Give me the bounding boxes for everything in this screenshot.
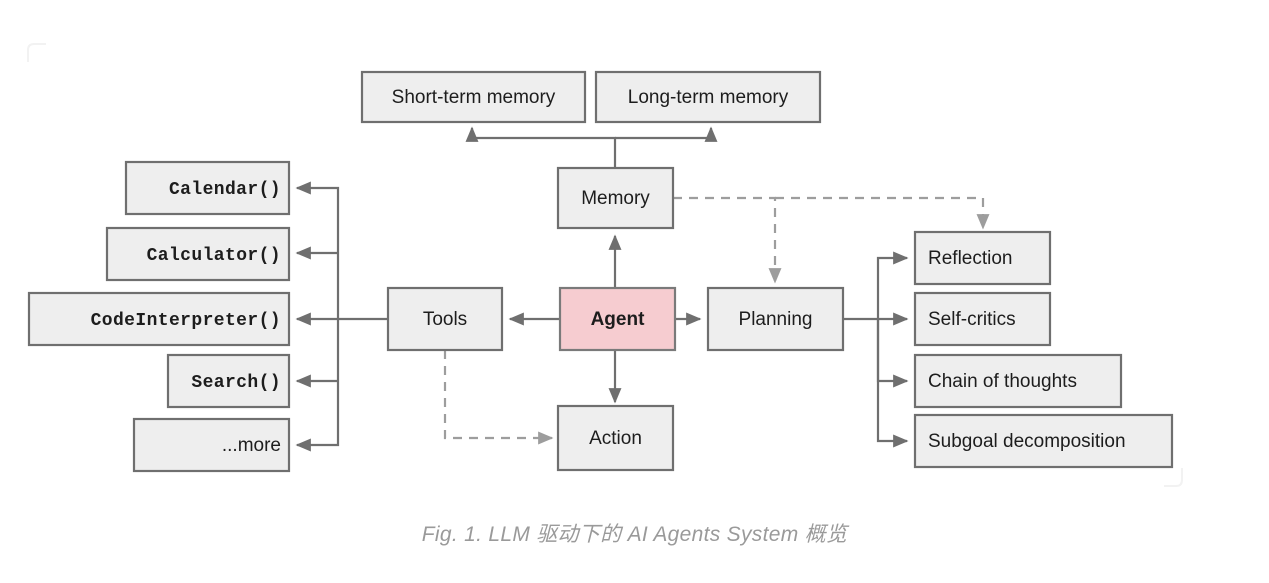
node-calendar[interactable]: Calendar(): [124, 160, 291, 216]
node-label: Search(): [191, 373, 281, 393]
figure-caption: Fig. 1. LLM 驱动下的 AI Agents System 概览: [421, 523, 848, 546]
agent-system-diagram: Short-term memory Long-term memory Memor…: [27, 43, 1183, 487]
node-tools[interactable]: Tools: [386, 286, 504, 352]
node-label: ...more: [222, 435, 281, 456]
edge-memory-to-long-term: [615, 126, 718, 142]
node-long-term-memory[interactable]: Long-term memory: [594, 70, 822, 124]
edge-memory-to-reflection-dashed: [775, 196, 990, 230]
node-label: Planning: [739, 309, 813, 330]
node-label: Action: [589, 428, 642, 449]
edge-tools-to-action-dashed: [443, 350, 554, 445]
node-label: Agent: [591, 309, 646, 330]
node-label: Subgoal decomposition: [928, 431, 1126, 452]
edge-planning-to-chain-of-thoughts: [876, 319, 909, 388]
edge-memory-to-planning-dashed: [673, 196, 782, 284]
node-label: Memory: [581, 188, 650, 209]
node-codeinterpreter[interactable]: CodeInterpreter(): [27, 291, 291, 347]
node-label: Short-term memory: [392, 87, 556, 108]
node-label: Long-term memory: [628, 87, 789, 108]
node-calculator[interactable]: Calculator(): [105, 226, 291, 282]
node-self-critics[interactable]: Self-critics: [913, 291, 1052, 347]
node-label: Calendar(): [169, 180, 281, 200]
node-label: Tools: [423, 309, 467, 330]
node-label: Chain of thoughts: [928, 371, 1077, 392]
node-label: Self-critics: [928, 309, 1016, 330]
frame-corner-top-left: [27, 43, 46, 62]
figure-container: Short-term memory Long-term memory Memor…: [0, 0, 1269, 583]
node-chain-of-thoughts[interactable]: Chain of thoughts: [913, 353, 1123, 409]
node-subgoal-decomposition[interactable]: Subgoal decomposition: [913, 413, 1174, 469]
node-search[interactable]: Search(): [166, 353, 291, 409]
node-reflection[interactable]: Reflection: [913, 230, 1052, 286]
edge-planning-to-reflection: [843, 251, 909, 321]
node-short-term-memory[interactable]: Short-term memory: [360, 70, 587, 124]
edge-memory-to-short-term: [465, 126, 617, 168]
frame-corner-bottom-right: [1164, 468, 1183, 487]
node-label: CodeInterpreter(): [91, 311, 281, 331]
node-label: Reflection: [928, 248, 1013, 269]
node-action[interactable]: Action: [556, 404, 675, 472]
node-label: Calculator(): [147, 246, 281, 266]
node-planning[interactable]: Planning: [706, 286, 845, 352]
node-memory[interactable]: Memory: [556, 166, 675, 230]
node-more[interactable]: ...more: [132, 417, 291, 473]
node-agent[interactable]: Agent: [558, 286, 677, 352]
